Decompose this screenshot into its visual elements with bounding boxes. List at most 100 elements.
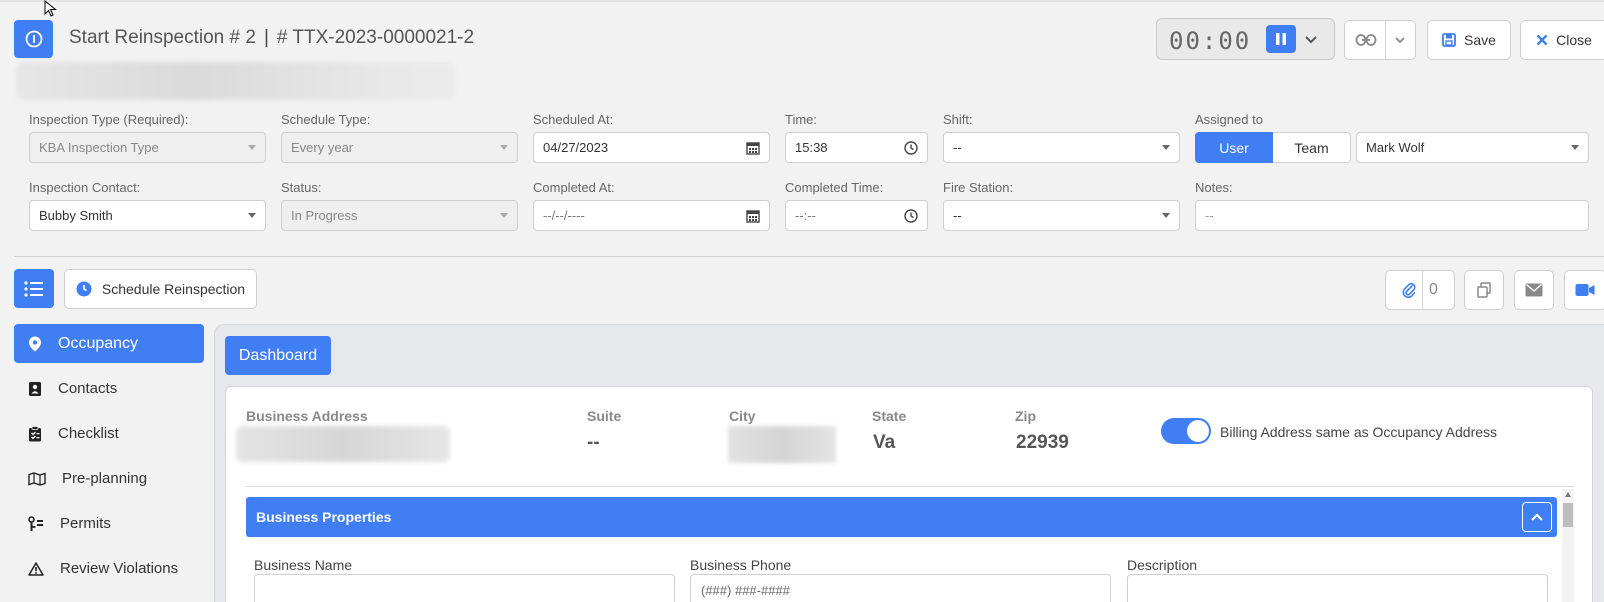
dashboard-button[interactable]: Dashboard <box>225 336 331 375</box>
sidebar-item-label: Pre-planning <box>62 470 148 487</box>
copy-button[interactable] <box>1464 270 1504 310</box>
page-title: Start Reinspection # 2 | # TTX-2023-000002… <box>69 27 474 49</box>
assigned-to-toggle: User Team <box>1195 132 1351 163</box>
contact-card-icon <box>28 381 42 397</box>
timer-dropdown-icon[interactable] <box>1303 31 1319 47</box>
collapse-button[interactable] <box>1522 502 1552 532</box>
mouse-cursor-icon <box>44 0 58 18</box>
clock-icon <box>76 281 92 297</box>
business-address-label: Business Address <box>246 408 368 424</box>
timer-widget: 00:00 <box>1156 18 1335 60</box>
fire-station-select[interactable]: -- <box>943 200 1180 231</box>
notes-input[interactable]: -- <box>1195 200 1589 231</box>
shift-label: Shift: <box>943 112 973 127</box>
link-dropdown-icon[interactable] <box>1394 35 1406 45</box>
completed-at-value: --/--/---- <box>543 208 585 223</box>
inspection-type-select[interactable]: KBA Inspection Type <box>29 132 266 163</box>
description-label: Description <box>1127 557 1198 573</box>
attachment-count: 0 <box>1429 281 1438 298</box>
sidebar-item-label: Occupancy <box>58 334 139 352</box>
status-select[interactable]: In Progress <box>281 200 518 231</box>
list-icon <box>24 280 44 297</box>
chevron-down-icon <box>1571 145 1579 150</box>
completed-time-label: Completed Time: <box>785 180 884 195</box>
time-label: Time: <box>785 112 818 127</box>
assign-user-option[interactable]: User <box>1195 132 1273 163</box>
assign-team-option[interactable]: Team <box>1273 132 1351 163</box>
sidebar-item-label: Permits <box>60 515 111 532</box>
chevron-down-icon <box>1162 145 1170 150</box>
save-label: Save <box>1464 32 1496 48</box>
video-button[interactable] <box>1564 270 1604 310</box>
paperclip-icon <box>1402 281 1416 299</box>
title-separator: | <box>263 27 269 48</box>
completed-at-label: Completed At: <box>533 180 615 195</box>
description-input[interactable] <box>1127 574 1548 602</box>
scheduled-at-value: 04/27/2023 <box>543 140 609 155</box>
notes-placeholder: -- <box>1205 208 1214 223</box>
city-label: City <box>729 408 756 424</box>
schedule-reinspection-button[interactable]: Schedule Reinspection <box>64 269 257 309</box>
save-button[interactable]: Save <box>1427 20 1511 60</box>
scrollbar[interactable] <box>1562 489 1574 602</box>
schedule-reinspection-label: Schedule Reinspection <box>101 281 246 297</box>
inspection-contact-select[interactable]: Bubby Smith <box>29 200 266 231</box>
time-input[interactable]: 15:38 <box>785 132 928 163</box>
zip-value: 22939 <box>1016 432 1069 453</box>
state-label: State <box>872 408 907 424</box>
email-button[interactable] <box>1514 270 1554 310</box>
suite-value: -- <box>587 432 600 453</box>
pause-button[interactable] <box>1266 25 1296 53</box>
fire-station-label: Fire Station: <box>943 180 1014 195</box>
notes-label: Notes: <box>1195 180 1233 195</box>
map-icon <box>28 471 46 486</box>
card-divider <box>246 486 1574 487</box>
completed-time-input[interactable]: --:-- <box>785 200 928 231</box>
clipboard-check-icon <box>28 425 42 442</box>
schedule-type-select[interactable]: Every year <box>281 132 518 163</box>
calendar-icon[interactable] <box>746 141 760 155</box>
sidebar-item-permits[interactable]: Permits <box>14 504 204 543</box>
calendar-icon[interactable] <box>746 209 760 223</box>
sidebar-item-contacts[interactable]: Contacts <box>14 369 204 408</box>
fire-station-value: -- <box>953 208 962 223</box>
close-label: Close <box>1556 32 1592 48</box>
sidebar-item-pre-planning[interactable]: Pre-planning <box>14 459 204 498</box>
sidebar: Occupancy Contacts Checklist Pre-plannin… <box>14 324 204 594</box>
attachments-button[interactable]: 0 <box>1385 270 1455 310</box>
zip-label: Zip <box>1015 408 1036 424</box>
sidebar-item-label: Checklist <box>58 425 119 442</box>
inspection-contact-label: Inspection Contact: <box>29 180 141 195</box>
assignee-select[interactable]: Mark Wolf <box>1356 132 1589 163</box>
status-value: In Progress <box>291 208 358 223</box>
business-name-input[interactable] <box>254 574 675 602</box>
close-icon <box>1536 34 1548 46</box>
sidebar-item-review-violations[interactable]: Review Violations <box>14 549 204 588</box>
inspection-contact-value: Bubby Smith <box>39 208 113 223</box>
scheduled-at-input[interactable]: 04/27/2023 <box>533 132 770 163</box>
scheduled-at-label: Scheduled At: <box>533 112 614 127</box>
business-phone-input[interactable]: (###) ###-#### <box>690 574 1111 602</box>
inspection-info-icon[interactable] <box>14 20 53 58</box>
save-icon <box>1442 33 1456 47</box>
clock-icon[interactable] <box>904 140 918 155</box>
close-button[interactable]: Close <box>1520 20 1604 60</box>
business-phone-placeholder: (###) ###-#### <box>701 582 790 598</box>
redacted-city <box>728 426 836 463</box>
sidebar-item-checklist[interactable]: Checklist <box>14 414 204 453</box>
business-properties-header: Business Properties <box>246 497 1557 537</box>
assigned-to-label: Assigned to <box>1195 112 1263 127</box>
video-camera-icon <box>1575 283 1595 297</box>
list-menu-button[interactable] <box>14 269 54 308</box>
shift-value: -- <box>953 140 962 155</box>
completed-at-input[interactable]: --/--/---- <box>533 200 770 231</box>
business-name-label: Business Name <box>254 557 353 573</box>
sidebar-item-label: Review Violations <box>60 560 179 577</box>
status-label: Status: <box>281 180 322 195</box>
link-icon[interactable] <box>1355 33 1377 47</box>
sidebar-item-occupancy[interactable]: Occupancy <box>14 324 204 363</box>
clock-icon[interactable] <box>904 208 918 223</box>
shift-select[interactable]: -- <box>943 132 1180 163</box>
redacted-business-address <box>236 426 450 462</box>
billing-address-toggle[interactable] <box>1161 418 1211 444</box>
